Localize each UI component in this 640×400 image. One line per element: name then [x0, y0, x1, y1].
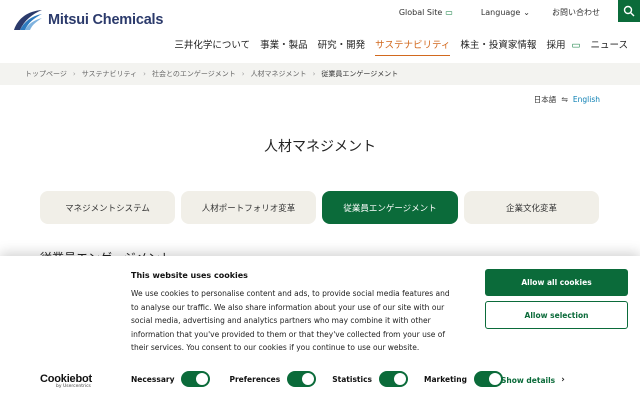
preferences-toggle-group: Preferences [229, 371, 317, 387]
swap-arrows-icon: ⇋ [561, 95, 568, 104]
breadcrumb-link[interactable]: サステナビリティ [82, 69, 137, 79]
breadcrumb-link[interactable]: トップページ [25, 69, 67, 79]
search-button[interactable] [618, 0, 640, 22]
site-logo[interactable]: Mitsui Chemicals [12, 8, 163, 32]
logo-text: Mitsui Chemicals [48, 12, 164, 28]
utility-links: Global Site ▭ Language ⌄ お問い合わせ [399, 7, 610, 18]
nav-item-business[interactable]: 事業・製品 [260, 37, 308, 51]
nav-item-sustainability[interactable]: サステナビリティ [375, 37, 451, 56]
breadcrumb-link[interactable]: 人材マネジメント [251, 69, 307, 79]
nav-item-news[interactable]: ニュース [590, 37, 628, 51]
preferences-toggle[interactable] [287, 371, 317, 387]
necessary-toggle[interactable] [181, 371, 211, 387]
chevron-down-icon: ⌄ [523, 8, 530, 17]
marketing-toggle-group: Marketing [424, 371, 503, 387]
cookie-consent-banner: This website uses cookies We use cookies… [0, 256, 640, 400]
search-icon [623, 5, 635, 17]
statistics-toggle-group: Statistics [332, 371, 408, 387]
chevron-right-icon: › [143, 70, 146, 78]
tab-talent-portfolio[interactable]: 人材ポートフォリオ変革 [181, 191, 316, 224]
marketing-label: Marketing [423, 374, 467, 384]
contact-label: お問い合わせ [552, 8, 600, 17]
cookie-toggles: Necessary Preferences Statistics Marketi… [131, 371, 503, 387]
lang-ja: 日本語 [533, 95, 557, 104]
chevron-right-icon: › [561, 375, 565, 385]
cookie-title: This website uses cookies [131, 271, 248, 280]
mitsui-logo-icon [14, 10, 42, 30]
necessary-label: Necessary [131, 374, 175, 384]
tab-corporate-culture[interactable]: 企業文化変革 [464, 191, 599, 224]
nav-careers-label: 採用 [546, 40, 566, 51]
nav-item-careers[interactable]: 採用 ▭ [546, 37, 580, 51]
statistics-toggle[interactable] [378, 371, 408, 387]
nav-item-investors[interactable]: 株主・投資家情報 [460, 37, 536, 51]
global-site-link[interactable]: Global Site ▭ [399, 8, 453, 17]
allow-all-cookies-button[interactable]: Allow all cookies [485, 269, 628, 296]
external-window-icon: ▭ [445, 8, 453, 17]
breadcrumb-link[interactable]: 社会とのエンゲージメント [152, 69, 236, 79]
global-site-label: Global Site [398, 8, 443, 17]
cookiebot-logo: Cookiebot by Usercentrics [40, 373, 92, 389]
contact-link[interactable]: お問い合わせ [552, 7, 600, 18]
tab-employee-engagement[interactable]: 従業員エンゲージメント [322, 191, 458, 224]
breadcrumb-current: 従業員エンゲージメント [321, 70, 399, 78]
lang-en-link[interactable]: English [573, 95, 600, 104]
nav-item-research[interactable]: 研究・開発 [318, 37, 366, 51]
page-title: 人材マネジメント [264, 139, 376, 155]
chevron-right-icon: › [72, 70, 76, 78]
external-window-icon: ▭ [571, 40, 581, 51]
language-dropdown[interactable]: Language ⌄ [481, 8, 530, 17]
breadcrumb: トップページ › サステナビリティ › 社会とのエンゲージメント › 人材マネジ… [0, 63, 640, 85]
chevron-right-icon: › [312, 70, 316, 78]
allow-selection-button[interactable]: Allow selection [485, 301, 628, 329]
show-details-label: Show details [501, 375, 556, 385]
main-nav: 三井化学について 事業・製品 研究・開発 サステナビリティ 株主・投資家情報 採… [164, 37, 628, 56]
language-switch: 日本語 ⇋ English [534, 94, 600, 105]
sub-nav-tabs: マネジメントシステム 人材ポートフォリオ変革 従業員エンゲージメント 企業文化変… [40, 191, 600, 224]
chevron-right-icon: › [241, 70, 245, 78]
cookiebot-logo-sub: by Usercentrics [56, 384, 91, 389]
cookie-body: We use cookies to personalise content an… [131, 289, 450, 353]
statistics-label: Statistics [332, 374, 372, 384]
site-header: Mitsui Chemicals Global Site ▭ Language … [0, 0, 640, 58]
marketing-toggle[interactable] [473, 371, 503, 387]
language-label: Language [480, 8, 521, 17]
nav-item-about[interactable]: 三井化学について [174, 37, 250, 51]
necessary-toggle-group: Necessary [131, 371, 211, 387]
preferences-label: Preferences [229, 374, 281, 384]
show-details-link[interactable]: Show details › [501, 375, 565, 385]
tab-management-system[interactable]: マネジメントシステム [40, 191, 175, 224]
